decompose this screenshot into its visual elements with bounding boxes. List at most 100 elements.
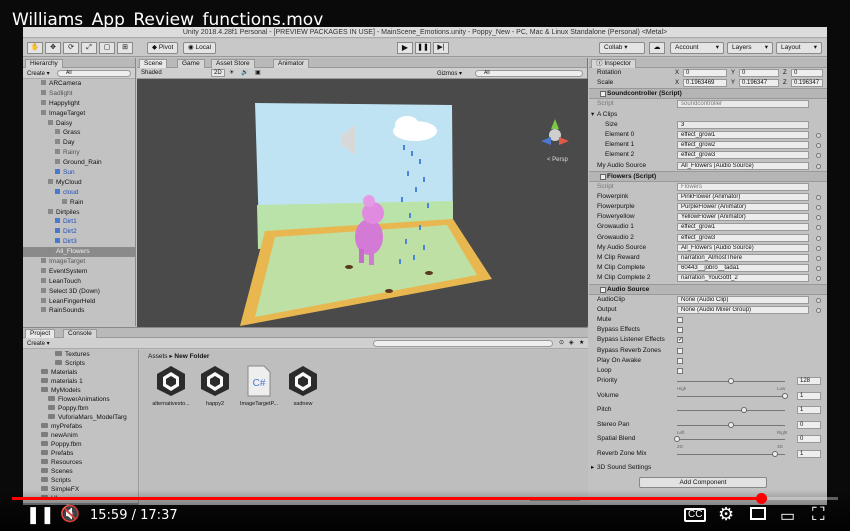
object-picker-icon[interactable] — [816, 153, 821, 159]
hierarchy-item[interactable]: Grass — [23, 128, 135, 138]
audio-slider-knob[interactable] — [728, 421, 734, 428]
audio-slider-track[interactable] — [677, 439, 785, 441]
hierarchy-item[interactable]: Daisy — [23, 119, 135, 129]
project-folder[interactable]: Resources — [23, 458, 138, 467]
fullscreen-icon[interactable]: ⛶ — [812, 504, 825, 525]
breadcrumb-root[interactable]: Assets — [148, 353, 168, 360]
component-enabled-checkbox[interactable] — [600, 286, 606, 293]
audio-checkbox[interactable]: ✓ — [677, 337, 683, 344]
hierarchy-item[interactable]: Rain — [23, 198, 135, 208]
output-field[interactable]: None (Audio Mixer Group) — [677, 305, 809, 314]
tab-game[interactable]: Game — [177, 59, 205, 68]
project-folder[interactable]: Poppy.fbm — [23, 440, 138, 449]
clip-element-field[interactable]: effect_grow3 — [677, 151, 809, 160]
clip-element-field[interactable]: effect_grow1 — [677, 130, 809, 139]
object-picker-icon[interactable] — [816, 276, 821, 282]
project-folder[interactable]: Textures — [23, 350, 138, 359]
audio-checkbox[interactable] — [677, 316, 683, 323]
hierarchy-item[interactable]: RainSounds — [23, 306, 135, 316]
audioclip-field[interactable]: None (Audio Clip) — [677, 295, 809, 304]
object-picker-icon[interactable] — [816, 245, 821, 251]
flowers-field-value[interactable]: 60443__jobro__tada1 — [677, 264, 809, 273]
hierarchy-item[interactable]: ImageTarget — [23, 109, 135, 119]
tab-scene[interactable]: Scene — [139, 59, 168, 68]
project-folder[interactable]: Scenes — [23, 467, 138, 476]
hand-tool-icon[interactable]: ✋ — [27, 42, 43, 54]
hierarchy-item[interactable]: All_Flowers — [23, 247, 135, 258]
tab-animator[interactable]: Animator — [273, 59, 310, 68]
audio-slider-value[interactable]: 1 — [797, 391, 821, 400]
hierarchy-item[interactable]: MyCloud — [23, 178, 135, 188]
filter-label-icon[interactable]: ◈ — [569, 339, 574, 346]
tab-project[interactable]: Project — [25, 329, 56, 338]
hierarchy-item[interactable]: Dirt1 — [23, 217, 135, 227]
pause-icon[interactable]: ❚❚ — [415, 42, 431, 54]
hierarchy-item[interactable]: Dirtpiles — [23, 208, 135, 218]
audio-source-header[interactable]: Audio Source — [589, 283, 827, 295]
flowers-field-value[interactable]: All_Flowers (Audio Source) — [677, 243, 809, 252]
audio-icon[interactable]: 🔊 — [241, 69, 248, 76]
asset-item[interactable]: C# ImageTargetP... — [236, 364, 282, 407]
cloud-icon[interactable]: ☁ — [649, 42, 665, 54]
object-picker-icon[interactable] — [816, 266, 821, 272]
size-field[interactable]: 3 — [677, 120, 809, 129]
object-picker-icon[interactable] — [816, 194, 821, 200]
tab-console[interactable]: Console — [63, 329, 97, 338]
project-folder[interactable]: newAnim — [23, 431, 138, 440]
object-picker-icon[interactable] — [816, 307, 821, 313]
sound-settings-foldout[interactable]: ▸ 3D Sound Settings — [589, 463, 827, 473]
scene-search-input[interactable]: All — [475, 70, 583, 77]
flowers-field-value[interactable]: narration_AlmostThere — [677, 254, 809, 262]
tab-hierarchy[interactable]: Hierarchy — [25, 59, 63, 68]
flowers-field-value[interactable]: YellowFlower (Animator) — [677, 213, 809, 222]
mode-2d-toggle[interactable]: 2D — [211, 69, 225, 77]
filter-type-icon[interactable]: ⊙ — [559, 339, 564, 346]
audio-slider-value[interactable]: 1 — [797, 449, 821, 458]
audio-slider-knob[interactable] — [740, 407, 747, 414]
hierarchy-item[interactable]: Day — [23, 138, 135, 148]
settings-gear-icon[interactable]: ⚙ — [718, 504, 734, 525]
rotate-tool-icon[interactable]: ⟳ — [63, 42, 79, 54]
cast-icon[interactable]: ▭ — [780, 506, 795, 526]
hierarchy-item[interactable]: Dirt3 — [23, 237, 135, 247]
component-enabled-checkbox[interactable] — [600, 91, 606, 98]
hierarchy-item[interactable]: LeanFingerHeld — [23, 297, 135, 307]
object-picker-icon[interactable] — [816, 132, 821, 138]
hierarchy-item[interactable]: Ground_Rain — [23, 158, 135, 168]
audio-slider-track[interactable] — [677, 395, 785, 397]
miniplayer-icon[interactable] — [750, 507, 766, 520]
persp-label[interactable]: < Persp — [547, 157, 569, 163]
audio-slider-track[interactable] — [677, 410, 785, 412]
hierarchy-item[interactable]: EventSystem — [23, 267, 135, 277]
project-folder[interactable]: Scripts — [23, 476, 138, 485]
layout-dropdown[interactable]: Layout ▾ — [776, 42, 822, 54]
asset-item[interactable]: sadnew — [280, 364, 326, 407]
audio-checkbox[interactable] — [677, 367, 683, 374]
asset-item[interactable]: happy2 — [192, 364, 238, 407]
local-toggle[interactable]: ◉ Local — [183, 42, 217, 54]
hierarchy-create-button[interactable]: Create ▾ — [27, 70, 50, 77]
clip-element-field[interactable]: effect_grow2 — [677, 141, 809, 150]
rotation-y-field[interactable]: 0 — [739, 69, 779, 77]
audio-slider-knob[interactable] — [782, 392, 788, 399]
object-picker-icon[interactable] — [816, 215, 821, 221]
object-picker-icon[interactable] — [816, 205, 821, 211]
layers-dropdown[interactable]: Layers ▾ — [727, 42, 773, 54]
scale-y-field[interactable]: 0.196347 — [739, 79, 779, 88]
hierarchy-item[interactable]: cloud — [23, 188, 135, 198]
move-tool-icon[interactable]: ✥ — [45, 42, 61, 54]
rotation-x-field[interactable]: 0 — [683, 69, 727, 77]
image-effects-icon[interactable]: ▣ — [255, 69, 261, 76]
play-icon[interactable]: ▶ — [397, 42, 413, 54]
shading-dropdown[interactable]: Shaded — [141, 70, 162, 76]
light-icon[interactable]: ☀ — [229, 69, 234, 76]
transform-tool-icon[interactable]: ⊞ — [117, 42, 133, 54]
project-folder[interactable]: MyModels — [23, 386, 138, 395]
hierarchy-search-input[interactable]: All — [57, 70, 131, 77]
rotation-z-field[interactable]: 0 — [791, 69, 823, 77]
project-create-button[interactable]: Create ▾ — [27, 340, 50, 347]
hierarchy-item[interactable]: ImageTarget — [23, 257, 135, 267]
scale-tool-icon[interactable]: ⤢ — [81, 42, 97, 54]
object-picker-icon[interactable] — [816, 143, 821, 149]
tab-inspector[interactable]: ⓘ Inspector — [591, 59, 637, 68]
